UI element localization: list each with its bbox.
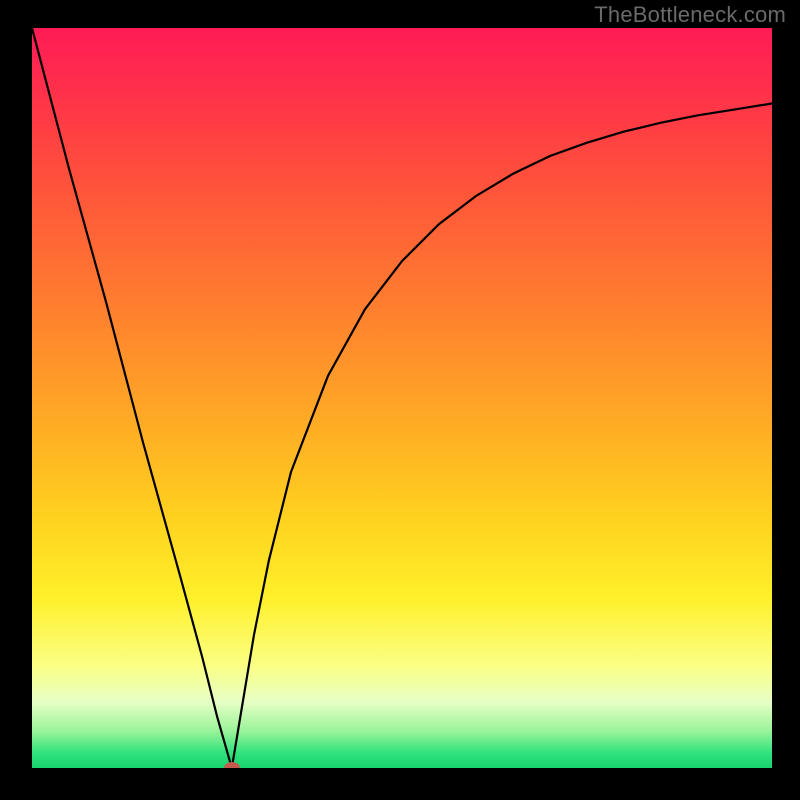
curve-right-limb [232, 103, 772, 768]
chart-stage: TheBottleneck.com [0, 0, 800, 800]
bottleneck-curve [32, 28, 772, 768]
vertex-marker [224, 762, 240, 768]
plot-area [32, 28, 772, 768]
watermark-text: TheBottleneck.com [594, 2, 786, 28]
curve-left-limb [32, 28, 232, 768]
